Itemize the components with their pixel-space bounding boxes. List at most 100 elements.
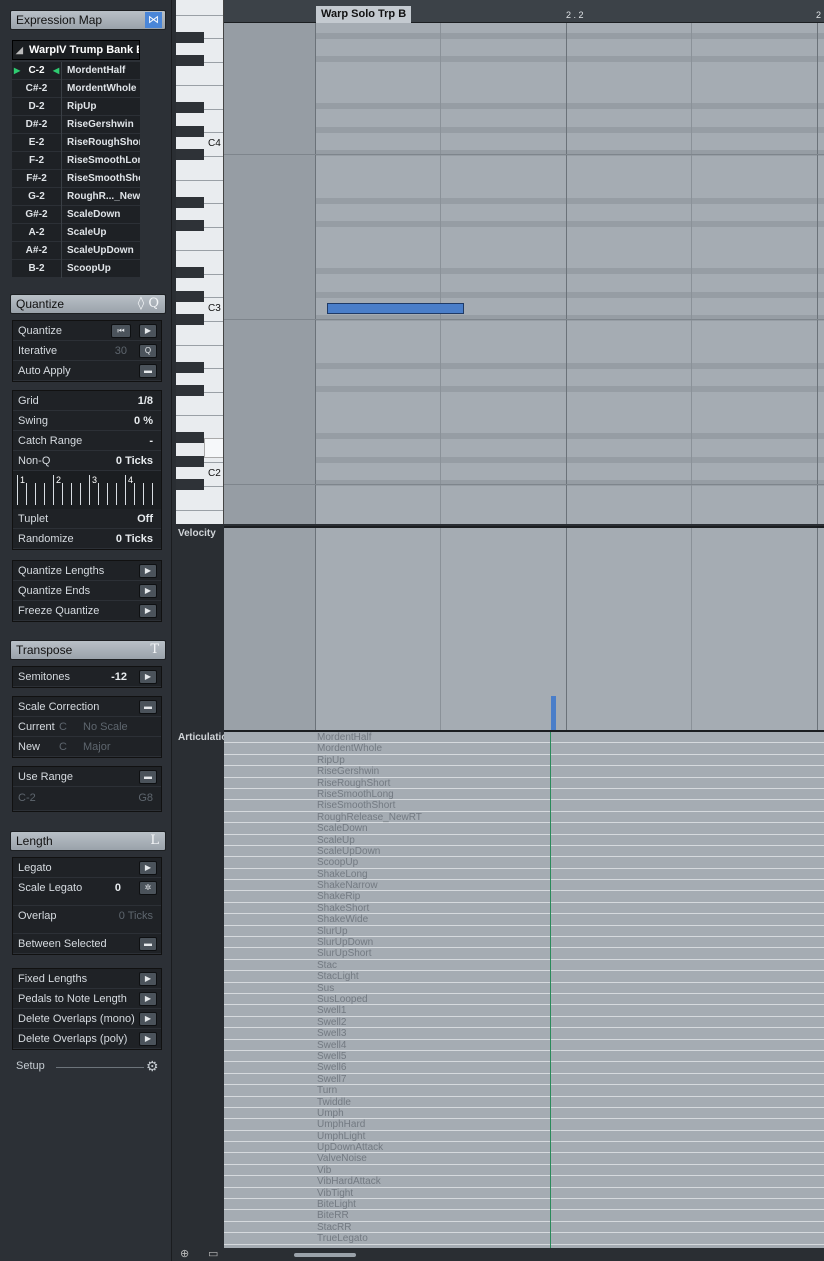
articulation-lane[interactable]: VibTight	[224, 1187, 824, 1200]
articulation-lane[interactable]: Swell7	[224, 1073, 824, 1086]
articulation-lane[interactable]: RiseSmoothShort	[224, 800, 824, 812]
black-key[interactable]	[176, 479, 204, 491]
white-key[interactable]	[176, 487, 223, 511]
new-root-value[interactable]: C	[59, 737, 67, 757]
freeze-quantize-button[interactable]: ▶	[139, 604, 157, 618]
new-scale-row[interactable]: New C Major	[13, 737, 161, 757]
overlap-row[interactable]: Overlap 0 Ticks	[13, 906, 161, 934]
black-key[interactable]	[176, 149, 204, 161]
lane-preset-icon[interactable]: ▭	[208, 1247, 218, 1260]
black-key[interactable]	[176, 102, 204, 114]
quantize-apply-button[interactable]: ▶	[139, 324, 157, 338]
iterative-value[interactable]: 30	[115, 341, 127, 361]
articulation-lane[interactable]: TrueLegato	[224, 1233, 824, 1245]
randomize-row[interactable]: Randomize 0 Ticks	[13, 529, 161, 549]
timeline-ruler[interactable]: Warp Solo Trp B 2 . 2 2	[224, 0, 824, 23]
current-root-value[interactable]: C	[59, 717, 67, 737]
black-key[interactable]	[176, 455, 204, 467]
pedals-button[interactable]: ▶	[139, 992, 157, 1006]
articulation-lane[interactable]: ScoopUp	[224, 857, 824, 869]
expression-map-row[interactable]: B-2 ScoopUp	[12, 260, 140, 278]
catch-range-row[interactable]: Catch Range -	[13, 431, 161, 451]
grid-row[interactable]: Grid 1/8	[13, 391, 161, 411]
iterative-row[interactable]: Iterative 30 Q	[13, 341, 161, 361]
new-scale-value[interactable]: Major	[83, 737, 111, 757]
pedals-row[interactable]: Pedals to Note Length ▶	[13, 989, 161, 1009]
black-key[interactable]	[176, 55, 204, 67]
auto-apply-row[interactable]: Auto Apply ▬	[13, 361, 161, 381]
scale-correction-row[interactable]: Scale Correction ▬	[13, 697, 161, 717]
current-scale-row[interactable]: Current C No Scale	[13, 717, 161, 737]
semitones-apply-button[interactable]: ▶	[139, 670, 157, 684]
articulation-lane[interactable]: SusLooped	[224, 993, 824, 1006]
legato-row[interactable]: Legato ▶	[13, 858, 161, 878]
legato-apply-button[interactable]: ▶	[139, 861, 157, 875]
articulation-lane[interactable]: StacLight	[224, 971, 824, 983]
use-range-row[interactable]: Use Range ▬	[13, 767, 161, 787]
articulation-lane[interactable]: BiteLight	[224, 1199, 824, 1211]
articulation-lane[interactable]: StacRR	[224, 1221, 824, 1234]
gear-icon[interactable]: ⚙	[146, 1058, 159, 1075]
articulation-lane[interactable]: Swell4	[224, 1039, 824, 1051]
tuplet-value[interactable]: Off	[137, 509, 153, 529]
scale-legato-row[interactable]: Scale Legato 0 ✲	[13, 878, 161, 906]
articulation-lane[interactable]: VibHardAttack	[224, 1176, 824, 1188]
articulation-lane[interactable]: RoughRelease_NewRT	[224, 811, 824, 824]
expression-map-row[interactable]: F#-2 RiseSmoothSho	[12, 170, 140, 188]
auto-apply-toggle[interactable]: ▬	[139, 364, 157, 378]
black-key[interactable]	[176, 267, 204, 279]
articulation-lane[interactable]: RipUp	[224, 754, 824, 767]
black-key[interactable]	[176, 31, 204, 43]
articulation-lane[interactable]: Stac	[224, 959, 824, 972]
articulation-lane[interactable]: RiseGershwin	[224, 766, 824, 778]
articulation-lane[interactable]: SlurUpShort	[224, 948, 824, 960]
articulation-lane[interactable]: Swell1	[224, 1005, 824, 1017]
expression-map-header[interactable]: Expression Map ⋈	[10, 10, 166, 30]
black-key[interactable]	[176, 361, 204, 373]
expression-map-row[interactable]: D#-2 RiseGershwin	[12, 116, 140, 134]
articulation-lane[interactable]: ValveNoise	[224, 1153, 824, 1165]
midi-note[interactable]	[327, 303, 464, 314]
articulation-lane[interactable]: ScaleUp	[224, 834, 824, 846]
expression-map-row[interactable]: C#-2 MordentWhole	[12, 80, 140, 98]
white-key[interactable]	[176, 157, 223, 181]
swing-value[interactable]: 0 %	[134, 411, 153, 431]
articulation-lane[interactable]: ShakeWide	[224, 914, 824, 926]
overlaps-poly-row[interactable]: Delete Overlaps (poly) ▶	[13, 1029, 161, 1049]
semitones-row[interactable]: Semitones -12 ▶	[13, 667, 161, 687]
articulation-lanes[interactable]: MordentHalf MordentWhole RipUp RiseGershwin…	[224, 730, 824, 1248]
between-selected-row[interactable]: Between Selected ▬	[13, 934, 161, 954]
articulation-lane[interactable]: ShakeRip	[224, 891, 824, 903]
expression-map-row[interactable]: A#-2 ScaleUpDown	[12, 242, 140, 260]
black-key[interactable]	[176, 432, 204, 444]
articulation-lane[interactable]: MordentWhole	[224, 743, 824, 755]
expression-map-row[interactable]: G-2 RoughR..._New	[12, 188, 140, 206]
articulation-lane[interactable]: Turn	[224, 1085, 824, 1097]
white-key[interactable]	[176, 63, 223, 87]
note-grid[interactable]	[224, 23, 824, 524]
articulation-lane[interactable]: ShakeNarrow	[224, 880, 824, 892]
articulation-lane[interactable]: BiteRR	[224, 1210, 824, 1222]
articulation-lane[interactable]: ScaleDown	[224, 823, 824, 835]
articulation-lane[interactable]: RiseRoughShort	[224, 777, 824, 789]
articulation-lane[interactable]: ShakeLong	[224, 868, 824, 881]
quantize-preset-icon[interactable]: ⏮	[111, 324, 131, 338]
length-header[interactable]: Length L	[10, 831, 166, 851]
articulation-lane[interactable]: SlurUp	[224, 925, 824, 938]
non-q-value[interactable]: 0 Ticks	[116, 451, 153, 471]
articulation-lane[interactable]: Swell3	[224, 1028, 824, 1040]
articulation-lane[interactable]: ShakeShort	[224, 902, 824, 915]
quantize-lengths-button[interactable]: ▶	[139, 564, 157, 578]
randomize-value[interactable]: 0 Ticks	[116, 529, 153, 549]
articulation-lane[interactable]: Swell2	[224, 1016, 824, 1029]
white-key[interactable]	[176, 511, 223, 524]
fixed-lengths-button[interactable]: ▶	[139, 972, 157, 986]
quantize-row[interactable]: Quantize ⏮ ▶	[13, 321, 161, 341]
velocity-bar[interactable]	[551, 696, 556, 732]
quantize-ends-row[interactable]: Quantize Ends ▶	[13, 581, 161, 601]
black-key[interactable]	[176, 290, 204, 302]
articulation-lane[interactable]: Sus	[224, 982, 824, 994]
white-key[interactable]	[176, 228, 223, 252]
white-key[interactable]	[176, 393, 223, 417]
expression-map-row[interactable]: G#-2 ScaleDown	[12, 206, 140, 224]
